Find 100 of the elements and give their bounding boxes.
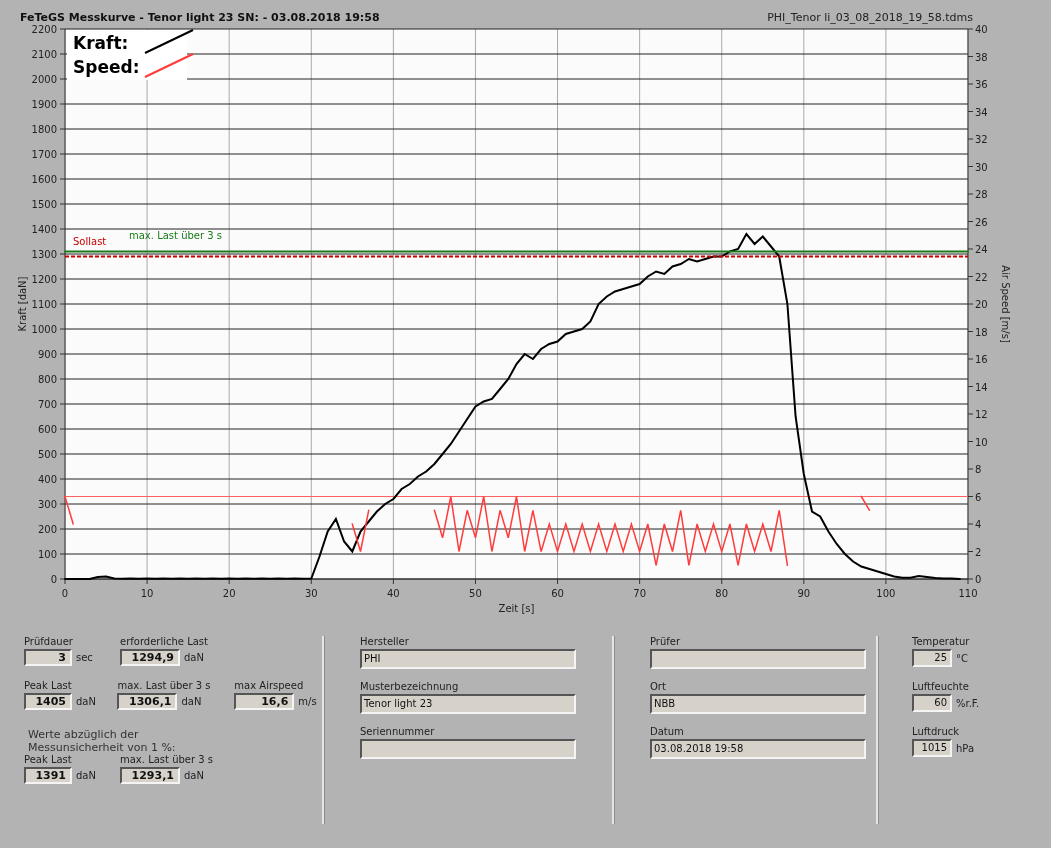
tick-label: 24: [975, 244, 988, 255]
field-label: Hersteller: [360, 636, 410, 649]
tick-label: 0: [61, 588, 69, 599]
tick-label: 1500: [31, 199, 57, 210]
tick-label: 26: [975, 216, 988, 228]
tick-label: 22: [975, 271, 988, 283]
tick-label: 1000: [31, 324, 57, 335]
tick-label: 16: [975, 354, 988, 365]
note-text: Werte abzüglich der Messunsicherheit von 1 %:: [28, 728, 177, 754]
window-title: FeTeGS Messkurve - Tenor light 23 SN: - 03.08.2018 19:58: [20, 11, 380, 24]
tick-label: 900: [37, 349, 57, 360]
tick-label: 10: [140, 588, 154, 599]
tick-label: 2200: [31, 24, 57, 35]
tick-label: 100: [876, 588, 896, 599]
tick-label: 0: [975, 574, 982, 585]
tick-label: 1900: [31, 99, 57, 110]
value-field: 3: [24, 649, 72, 666]
tick-label: 300: [37, 499, 57, 510]
tick-label: 1100: [31, 299, 57, 310]
legend-label: Speed:: [73, 57, 140, 77]
tick-label: 50: [469, 588, 482, 599]
tick-label: 800: [37, 374, 57, 385]
tick-label: 60: [551, 588, 564, 599]
tick-label: 8: [975, 464, 982, 475]
value-field: 25: [912, 649, 952, 667]
tick-label: 6: [975, 491, 982, 503]
value-field: 16,6: [234, 693, 295, 710]
field-label: Seriennummer: [360, 726, 436, 739]
tick-label: 36: [975, 79, 988, 90]
value-field: 1391: [24, 767, 72, 784]
field-label: Peak Last: [24, 680, 73, 693]
threshold-label: max. Last über 3 s: [129, 229, 223, 241]
tick-label: 18: [975, 326, 988, 338]
tick-label: 90: [797, 588, 811, 599]
field-label: Peak Last: [24, 754, 73, 767]
unit-label: daN: [181, 696, 202, 707]
tick-label: 1600: [31, 174, 57, 185]
field-label: Luftdruck: [912, 726, 961, 739]
unit-label: hPa: [956, 742, 975, 754]
value-field: 1293,1: [120, 767, 180, 784]
tick-label: 12: [975, 409, 988, 420]
tick-label: 1300: [31, 249, 57, 260]
tick-label: 1400: [31, 224, 57, 235]
unit-label: °C: [956, 652, 968, 664]
tick-label: 500: [37, 449, 57, 460]
tick-label: 34: [975, 106, 988, 118]
y-axis-title: Kraft [daN]: [17, 276, 28, 332]
value-field: 1306,1: [117, 693, 178, 710]
tick-label: 30: [975, 161, 988, 173]
tick-label: 40: [975, 24, 988, 35]
tick-label: 110: [958, 588, 978, 599]
unit-label: sec: [76, 652, 93, 663]
value-field: 1405: [24, 693, 72, 710]
tick-label: 14: [975, 381, 988, 393]
x-axis-title: Zeit [s]: [498, 603, 535, 614]
field-label: Prüfdauer: [24, 636, 74, 649]
threshold-label: Sollast: [73, 235, 107, 247]
tick-label: 1200: [31, 274, 57, 285]
unit-label: daN: [184, 770, 204, 781]
tick-label: 200: [37, 524, 57, 535]
field-label: Ort: [650, 681, 667, 694]
tick-label: 10: [975, 436, 988, 448]
tick-label: 2: [975, 546, 982, 558]
tick-label: 30: [304, 588, 318, 599]
field-label: Datum: [650, 726, 685, 739]
field-label: Prüfer: [650, 636, 682, 649]
tick-label: 2100: [31, 49, 57, 60]
tick-label: 20: [975, 299, 988, 310]
tick-label: 1700: [31, 149, 57, 160]
tick-label: 70: [633, 588, 646, 599]
tick-label: 400: [37, 474, 57, 485]
value-field: 60: [912, 694, 952, 712]
tick-label: 1800: [31, 124, 57, 135]
unit-label: daN: [76, 696, 96, 707]
field-label: Musterbezeichnung: [360, 681, 460, 694]
file-name: PHI_Tenor li_03_08_2018_19_58.tdms: [767, 11, 973, 24]
tick-label: 600: [37, 424, 57, 435]
unit-label: daN: [76, 770, 96, 781]
field-label: Luftfeuchte: [912, 681, 970, 694]
tick-label: 0: [50, 574, 57, 585]
field-label: Temperatur: [912, 636, 971, 649]
unit-label: daN: [184, 652, 204, 663]
tick-label: 28: [975, 189, 988, 200]
tick-label: 32: [975, 134, 988, 145]
field-label: max. Last über 3 s: [117, 680, 212, 693]
tick-label: 40: [387, 588, 400, 599]
tick-label: 700: [37, 399, 57, 410]
value-field: 1294,9: [120, 649, 180, 666]
tick-label: 80: [715, 588, 729, 599]
value-field: 1015: [912, 739, 952, 757]
tick-label: 4: [975, 519, 982, 530]
tick-label: 2000: [31, 74, 57, 85]
field-label: max Airspeed: [234, 680, 305, 693]
tick-label: 100: [37, 549, 57, 560]
legend-label: Kraft:: [73, 33, 129, 53]
field-label: erforderliche Last: [120, 636, 209, 649]
field-label: max. Last über 3 s: [120, 754, 215, 767]
tick-label: 20: [222, 588, 236, 599]
tick-label: 38: [975, 51, 988, 63]
y-axis-title: Air Speed [m/s]: [1000, 265, 1011, 343]
